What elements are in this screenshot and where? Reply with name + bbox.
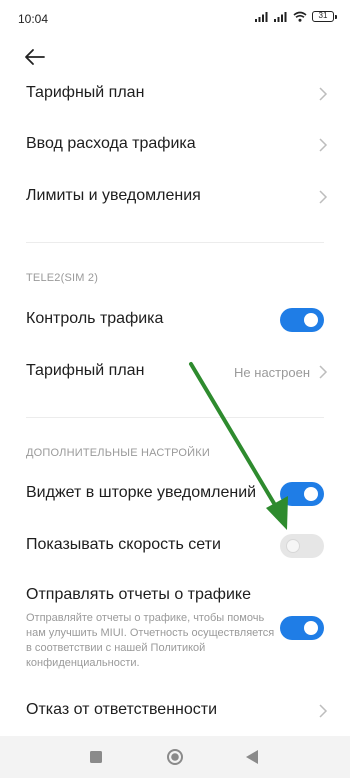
back-button[interactable]: [22, 45, 48, 69]
send-reports-label: Отправлять отчеты о трафике: [26, 586, 251, 603]
widget-row: Виджет в шторке уведомлений: [0, 480, 350, 508]
wifi-icon: [293, 11, 307, 22]
battery-icon: 31: [312, 11, 337, 22]
chevron-right-icon: [319, 365, 328, 379]
traffic-control-label: Контроль трафика: [26, 310, 164, 327]
disclaimer-row[interactable]: Отказ от ответственности: [0, 697, 350, 725]
signal-icon: [255, 12, 268, 22]
divider: [26, 417, 324, 418]
widget-toggle[interactable]: [280, 482, 324, 506]
limits-label: Лимиты и уведомления: [26, 187, 201, 204]
status-icons: 31: [255, 11, 337, 22]
widget-label: Виджет в шторке уведомлений: [26, 484, 257, 501]
sim2-section-header: TELE2(SIM 2): [26, 272, 99, 284]
chevron-right-icon: [319, 138, 328, 152]
chevron-right-icon: [319, 190, 328, 204]
extra-settings-section-header: ДОПОЛНИТЕЛЬНЫЕ НАСТРОЙКИ: [26, 447, 210, 459]
toggle-knob: [286, 539, 300, 553]
traffic-input-label: Ввод расхода трафика: [26, 135, 196, 152]
square-icon[interactable]: [90, 751, 102, 763]
toggle-knob: [304, 621, 318, 635]
toggle-knob: [304, 487, 318, 501]
signal-icon-2: [274, 12, 287, 22]
status-bar: 10:04 31: [0, 0, 350, 38]
tariff-plan-row[interactable]: Тарифный план: [0, 80, 350, 108]
tariff-plan-sim2-row[interactable]: Тарифный план Не настроен: [0, 358, 350, 386]
disclaimer-label: Отказ от ответственности: [26, 701, 218, 718]
send-reports-row: Отправлять отчеты о трафике Отправляйте …: [0, 586, 350, 674]
chevron-right-icon: [319, 87, 328, 101]
traffic-control-row: Контроль трафика: [0, 306, 350, 334]
navigation-bar: [0, 736, 350, 778]
show-speed-toggle[interactable]: [280, 534, 324, 558]
tariff-plan-sim2-value: Не настроен: [234, 365, 310, 380]
triangle-back-icon[interactable]: [246, 750, 258, 764]
send-reports-description: Отправляйте отчеты о трафике, чтобы помо…: [26, 612, 275, 669]
toggle-knob: [304, 313, 318, 327]
traffic-control-toggle[interactable]: [280, 308, 324, 332]
limits-row[interactable]: Лимиты и уведомления: [0, 183, 350, 211]
divider: [26, 242, 324, 243]
show-speed-row: Показывать скорость сети: [0, 532, 350, 560]
show-speed-label: Показывать скорость сети: [26, 536, 221, 553]
tariff-plan-label: Тарифный план: [26, 84, 145, 101]
circle-icon[interactable]: [166, 748, 184, 766]
traffic-input-row[interactable]: Ввод расхода трафика: [0, 131, 350, 159]
arrow-left-icon: [25, 49, 45, 65]
status-time: 10:04: [18, 12, 49, 26]
tariff-plan-sim2-label: Тарифный план: [26, 362, 145, 379]
send-reports-toggle[interactable]: [280, 616, 324, 640]
chevron-right-icon: [319, 704, 328, 718]
